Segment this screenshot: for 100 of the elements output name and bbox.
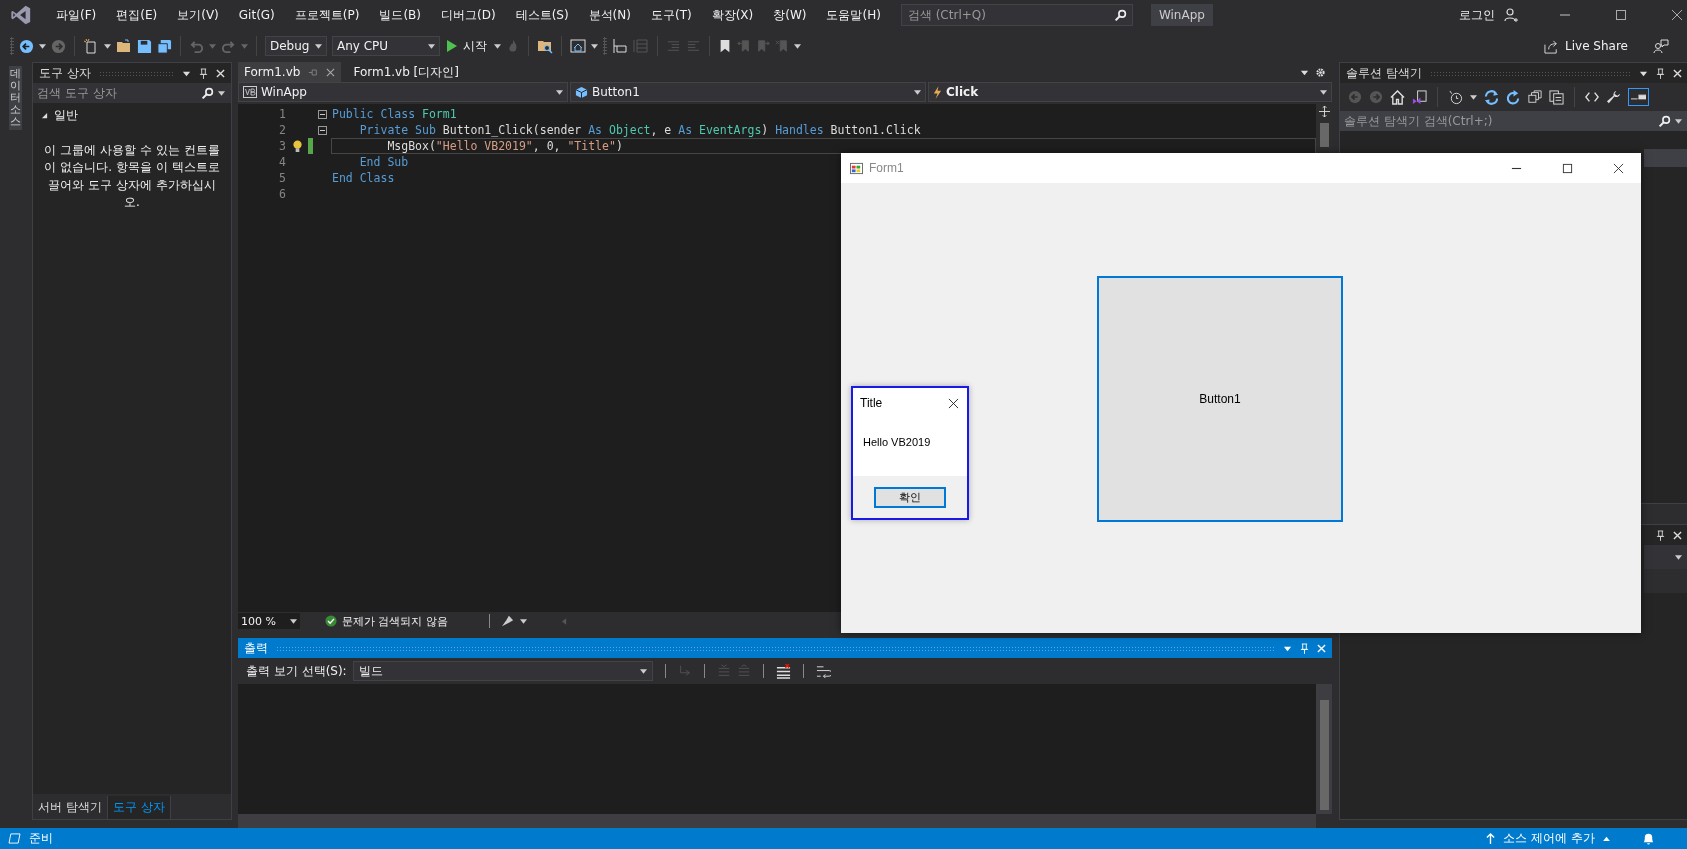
save-icon[interactable] (137, 38, 152, 54)
source-control-button[interactable]: 소스 제어에 추가 (1480, 829, 1616, 848)
refresh-icon[interactable] (1506, 89, 1521, 105)
expanded-icon (41, 112, 48, 119)
scroll-thumb[interactable] (1319, 123, 1329, 147)
caret-icon[interactable] (1675, 118, 1682, 124)
menu-item[interactable]: 빌드(B) (369, 6, 431, 24)
home-icon[interactable] (1390, 89, 1405, 105)
menu-item[interactable]: 파일(F) (46, 6, 107, 24)
close-icon[interactable] (1671, 9, 1683, 21)
menu-item[interactable]: 확장(X) (701, 6, 764, 24)
menu-item[interactable]: 디버그(D) (431, 6, 506, 24)
menu-item[interactable]: 분석(N) (578, 6, 641, 24)
new-item-icon[interactable] (83, 38, 99, 54)
caret-icon[interactable] (794, 43, 801, 49)
menu-item[interactable]: 프로젝트(P) (284, 6, 370, 24)
scroll-thumb[interactable] (1319, 700, 1329, 810)
caret-icon[interactable] (290, 618, 297, 624)
solution-icon[interactable] (1412, 89, 1427, 105)
scrollbar[interactable] (238, 814, 1316, 828)
menu-item[interactable]: 창(W) (763, 6, 817, 24)
object-dropdown[interactable]: Button1 (570, 82, 926, 102)
caret-icon[interactable] (639, 668, 647, 674)
pin-icon[interactable] (1656, 529, 1665, 541)
clear-all-icon[interactable] (775, 663, 791, 679)
code-icon[interactable] (1585, 90, 1599, 104)
caret-icon[interactable] (591, 43, 598, 49)
document-tab[interactable]: Form1.vb [디자인] (347, 62, 465, 82)
history-icon[interactable] (1448, 89, 1463, 105)
word-wrap-icon[interactable] (815, 663, 831, 679)
caret-icon[interactable] (104, 43, 111, 49)
menu-item[interactable]: 도구(T) (640, 6, 702, 24)
collapse-icon[interactable] (317, 125, 327, 135)
configuration-dropdown[interactable]: Debug (265, 36, 327, 56)
maximize-icon[interactable] (1562, 162, 1573, 174)
folder-icon[interactable] (116, 38, 132, 54)
feedback-icon[interactable] (1653, 38, 1669, 54)
live-share-button[interactable]: Live Share (1538, 37, 1634, 55)
copy-icon[interactable] (1549, 89, 1564, 105)
data-sources-tab[interactable]: 데이터 소스 (8, 66, 22, 131)
pin-icon[interactable] (199, 67, 208, 79)
toolbox-group[interactable]: 일반 (33, 103, 231, 128)
start-button[interactable]: 시작 (445, 37, 489, 55)
code-line: End Class (331, 170, 396, 186)
preview-toggle[interactable] (1628, 88, 1649, 106)
caret-icon[interactable] (315, 43, 322, 49)
window-home-icon[interactable] (570, 38, 586, 54)
caret-icon[interactable] (1470, 94, 1477, 100)
save-all-icon[interactable] (157, 38, 172, 54)
caret-icon[interactable] (428, 43, 435, 49)
panel-tab[interactable]: 도구 상자 (107, 796, 171, 819)
output-source-dropdown[interactable]: 빌드 (352, 661, 653, 681)
collapse-all-icon[interactable] (1528, 90, 1542, 104)
brush-icon[interactable] (501, 615, 515, 627)
lightbulb-icon[interactable] (291, 139, 303, 153)
project-dropdown[interactable]: WinApp (238, 82, 568, 102)
menu-item[interactable]: 테스트(S) (505, 6, 579, 24)
collapse-icon[interactable] (317, 109, 327, 119)
pin-icon[interactable] (1656, 67, 1665, 79)
menu-item[interactable]: 보기(V) (167, 6, 229, 24)
login-link[interactable]: 로그인 (1459, 6, 1495, 24)
caret-icon[interactable] (1675, 554, 1682, 560)
panel-tab[interactable]: 서버 탐색기 (33, 796, 108, 819)
caret-icon[interactable] (1320, 89, 1327, 95)
maximize-icon[interactable] (1615, 9, 1627, 21)
zoom-dropdown[interactable]: 100 % (238, 613, 300, 629)
platform-dropdown[interactable]: Any CPU (332, 36, 440, 56)
caret-icon[interactable] (520, 618, 527, 624)
scrollbar[interactable] (1316, 684, 1332, 814)
window-title: Form1 (869, 161, 904, 175)
settings-icon[interactable] (1315, 66, 1326, 78)
sync-icon[interactable] (1484, 89, 1499, 105)
notification-icon[interactable] (1642, 832, 1655, 845)
issues-status[interactable]: 문제가 검색되지 않음 (342, 613, 448, 629)
wrench-icon[interactable] (1606, 89, 1621, 105)
menu-item[interactable]: Git(G) (228, 8, 285, 22)
folder-search-icon[interactable] (537, 38, 553, 54)
dialog-message: Hello VB2019 (863, 436, 932, 448)
ok-button[interactable]: 확인 (874, 486, 946, 508)
close-icon[interactable] (948, 397, 959, 409)
bookmark-icon[interactable] (718, 38, 732, 54)
empty-message: 이 그룹에 사용할 수 있는 컨트롤이 없습니다. 항목을 이 텍스트로 끌어와 도구 상자에 추가하십시오. (43, 142, 221, 212)
menu-item[interactable]: 도움말(H) (816, 6, 891, 24)
caret-icon[interactable] (39, 43, 46, 49)
panel-title: 도구 상자 (39, 64, 91, 82)
menu-item[interactable]: 편집(E) (106, 6, 168, 24)
caret-icon[interactable] (556, 89, 563, 95)
form-button[interactable]: Button1 (1097, 276, 1343, 522)
split-icon[interactable] (1318, 106, 1330, 117)
toolbox-search-field[interactable]: 검색 도구 상자 (33, 83, 231, 103)
close-icon[interactable] (1613, 162, 1624, 174)
solution-search-field[interactable]: 솔루션 탐색기 검색(Ctrl+;) (1340, 111, 1687, 131)
caret-icon[interactable] (218, 90, 225, 96)
caret-icon[interactable] (914, 89, 921, 95)
person-add-icon[interactable] (1503, 7, 1519, 23)
caret-icon[interactable] (494, 43, 501, 49)
back-icon[interactable] (19, 38, 34, 54)
search-field[interactable]: 검색 (Ctrl+Q) (900, 4, 1133, 26)
member-dropdown[interactable]: Click (928, 82, 1332, 102)
line-number: 2 (278, 123, 286, 137)
